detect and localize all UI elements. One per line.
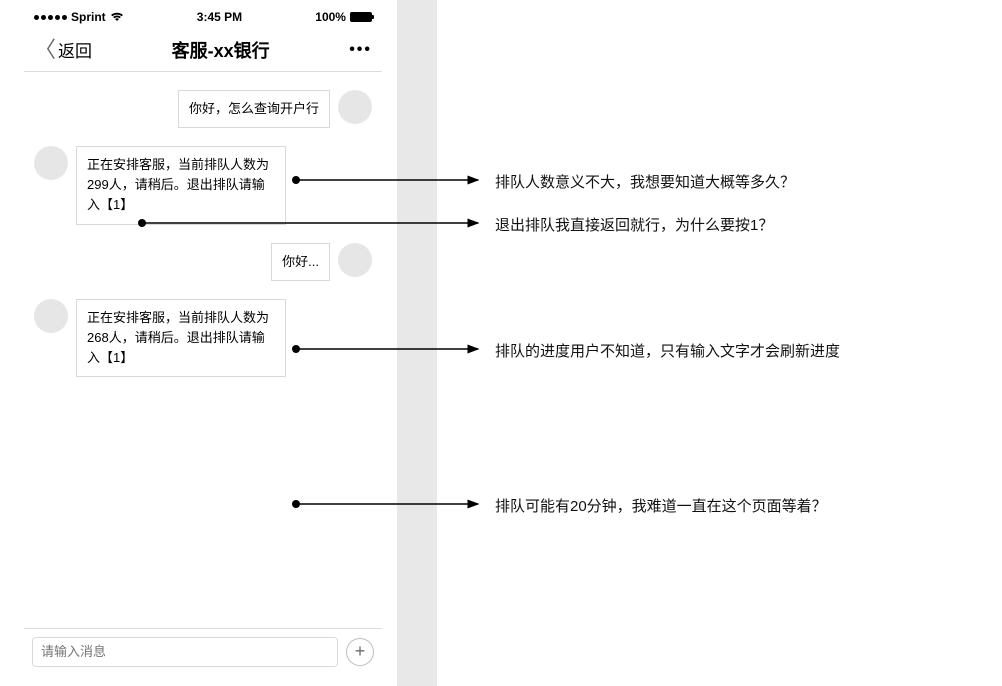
message-bubble: 正在安排客服，当前排队人数为268人，请稍后。退出排队请输入【1】 bbox=[76, 299, 286, 377]
avatar bbox=[338, 90, 372, 124]
annotation-text: 排队的进度用户不知道，只有输入文字才会刷新进度 bbox=[495, 340, 840, 361]
message-bubble: 你好... bbox=[271, 243, 330, 281]
annotation-text: 退出排队我直接返回就行，为什么要按1？ bbox=[495, 214, 773, 235]
chat-message-out: 你好，怎么查询开户行 bbox=[34, 90, 372, 128]
message-bubble: 你好，怎么查询开户行 bbox=[178, 90, 330, 128]
avatar bbox=[34, 299, 68, 333]
back-label: 返回 bbox=[58, 37, 92, 62]
wireframe-highlight-strip bbox=[397, 0, 437, 686]
annotation-text: 排队可能有20分钟，我难道一直在这个页面等着？ bbox=[495, 495, 827, 516]
page-title: 客服-xx银行 bbox=[172, 37, 270, 63]
more-button[interactable]: ••• bbox=[349, 41, 372, 59]
add-button[interactable]: + bbox=[346, 638, 374, 666]
carrier-label: Sprint bbox=[71, 10, 106, 24]
back-button[interactable]: 〈 返回 bbox=[34, 37, 92, 62]
status-bar: Sprint 3:45 PM 100% bbox=[24, 6, 382, 28]
signal-icon bbox=[34, 15, 67, 20]
chevron-left-icon: 〈 bbox=[34, 39, 56, 61]
message-bubble: 正在安排客服，当前排队人数为299人，请稍后。退出排队请输入【1】 bbox=[76, 146, 286, 224]
avatar bbox=[34, 146, 68, 180]
plus-icon: + bbox=[355, 641, 366, 662]
chat-message-out: 你好... bbox=[34, 243, 372, 281]
avatar bbox=[338, 243, 372, 277]
annotation-text: 排队人数意义不大，我想要知道大概等多久？ bbox=[495, 171, 795, 192]
status-time: 3:45 PM bbox=[197, 10, 242, 24]
battery-icon bbox=[350, 12, 372, 22]
nav-bar: 〈 返回 客服-xx银行 ••• bbox=[24, 28, 382, 72]
chat-input-bar: + bbox=[24, 628, 382, 674]
chat-message-in: 正在安排客服，当前排队人数为268人，请稍后。退出排队请输入【1】 bbox=[34, 299, 372, 377]
status-bar-right: 100% bbox=[315, 10, 372, 24]
chat-message-in: 正在安排客服，当前排队人数为299人，请稍后。退出排队请输入【1】 bbox=[34, 146, 372, 224]
battery-pct: 100% bbox=[315, 10, 346, 24]
wifi-icon bbox=[110, 12, 124, 22]
chat-area: 你好，怎么查询开户行 正在安排客服，当前排队人数为299人，请稍后。退出排队请输… bbox=[24, 72, 382, 628]
phone-mockup: Sprint 3:45 PM 100% 〈 返回 客服-xx银行 ••• 你好，… bbox=[24, 6, 382, 678]
status-bar-left: Sprint bbox=[34, 10, 124, 24]
message-input[interactable] bbox=[32, 637, 338, 667]
